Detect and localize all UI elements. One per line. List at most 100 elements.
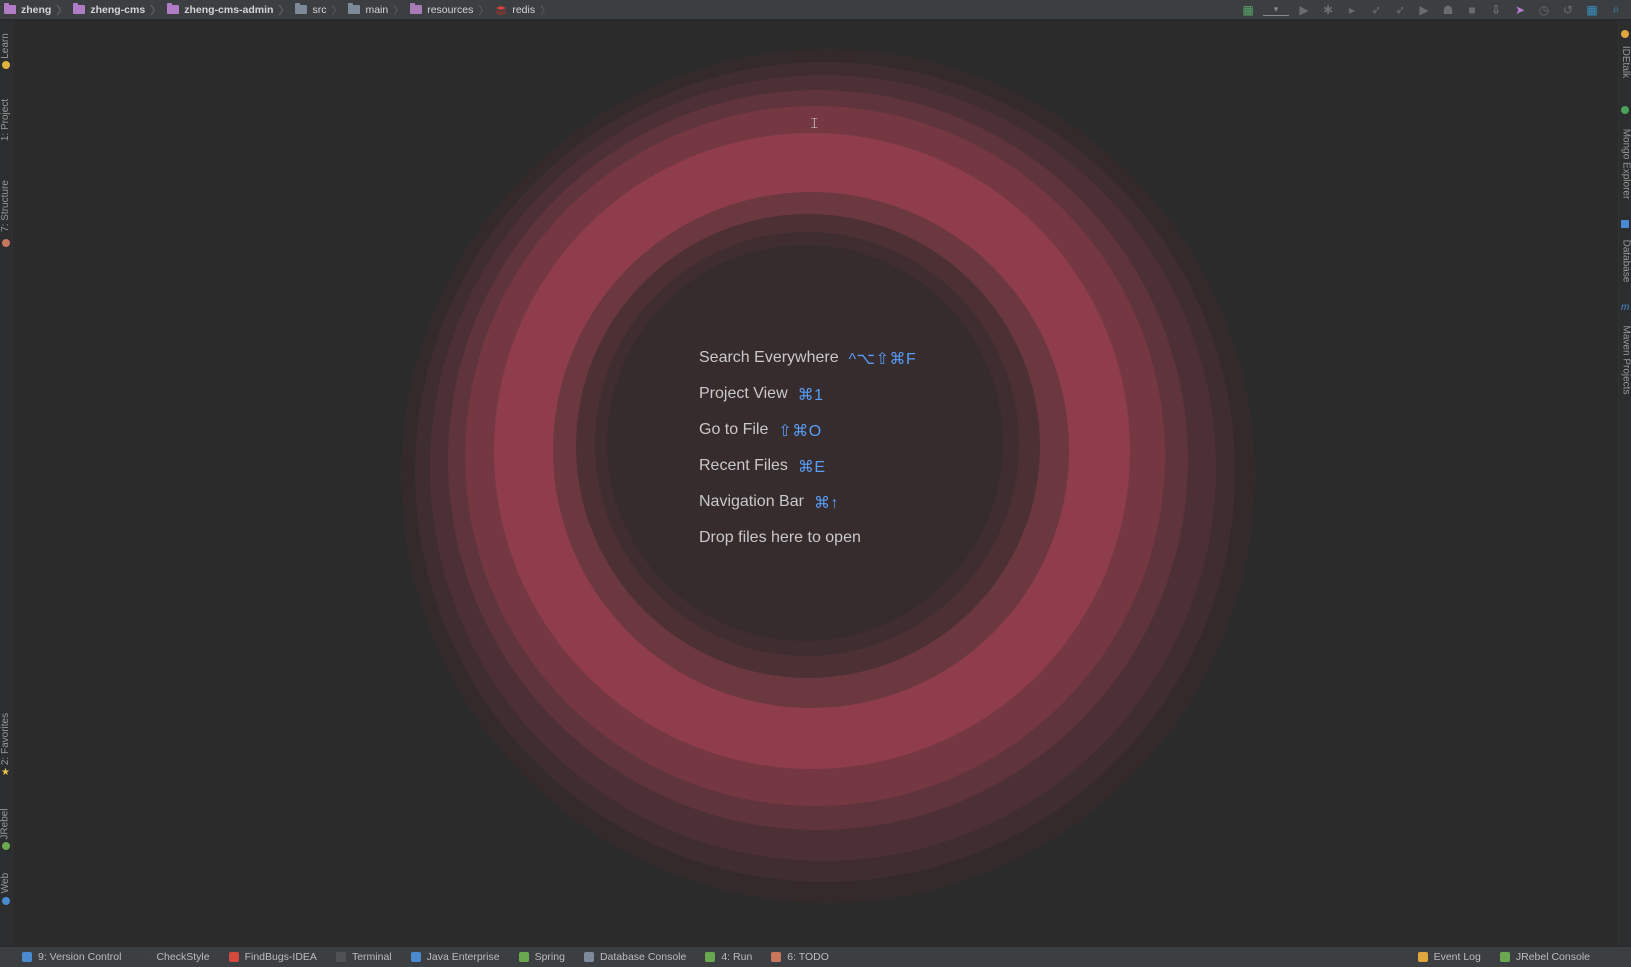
tool-tab-label: Java Enterprise (426, 951, 500, 963)
breadcrumb-item-redis[interactable]: redis 〉 (495, 0, 557, 19)
breadcrumb-separator-icon: 〉 (478, 4, 490, 17)
hint-row: Search Everywhere ^⌥⇧⌘F (699, 349, 916, 385)
build-icon[interactable]: ▦ (1239, 1, 1257, 19)
tool-tab-4-run[interactable]: 4: Run (705, 951, 752, 963)
stop-icon[interactable]: ■ (1463, 1, 1481, 19)
tool-tab-database-console[interactable]: Database Console (583, 951, 687, 963)
hint-shortcut: ^⌥⇧⌘F (848, 351, 917, 368)
tool-tab-label: Mongo Explorer (1620, 128, 1631, 200)
todo-icon (771, 952, 782, 962)
breadcrumb-item-main[interactable]: main 〉 (348, 0, 410, 19)
search-icon[interactable]: ⌕ (1607, 1, 1625, 19)
tool-tab-label: FindBugs-IDEA (244, 951, 317, 963)
tool-tab-6-todo[interactable]: 6: TODO (771, 951, 829, 963)
empty-editor-hints: Search Everywhere ^⌥⇧⌘F Project View ⌘1 Go t… (699, 349, 916, 565)
run-icon[interactable]: ▶ (1295, 1, 1313, 19)
tool-tab-label: Event Log (1433, 951, 1481, 963)
tool-tab-findbugs-idea[interactable]: FindBugs-IDEA (228, 951, 317, 963)
left-tool-strip: Learn 1: Project 7: Structure 2: Favorit… (0, 20, 13, 947)
revert-icon[interactable]: ↺ (1559, 1, 1577, 19)
tool-tab-mongo-explorer[interactable]: Mongo Explorer (1619, 116, 1631, 212)
project-structure-icon[interactable]: ▦ (1583, 1, 1601, 19)
tool-tab-terminal[interactable]: Terminal (335, 951, 392, 963)
run-config-dropdown[interactable]: ▾ (1263, 3, 1289, 16)
module-folder-icon (167, 3, 180, 14)
breadcrumb-label: main (365, 3, 389, 16)
debug-icon[interactable]: ✱ (1319, 1, 1337, 19)
folder-icon (295, 3, 308, 14)
hint-label: Project View (699, 385, 788, 402)
tool-tab-checkstyle[interactable]: CheckStyle (140, 951, 210, 963)
module-folder-icon (73, 3, 86, 14)
folder-icon (348, 3, 361, 14)
jrebel-debug-icon[interactable]: ➶ (1391, 1, 1409, 19)
breadcrumb-item-src[interactable]: src 〉 (295, 0, 348, 19)
star-icon: ★ (1, 767, 10, 778)
push-icon[interactable]: ➤ (1511, 1, 1529, 19)
jrebel-console-icon (1499, 952, 1510, 962)
jrebel-run-icon[interactable]: ➶ (1367, 1, 1385, 19)
breadcrumb-separator-icon: 〉 (331, 4, 343, 17)
database-console-icon (583, 952, 594, 962)
hint-shortcut: ⌘1 (797, 387, 824, 404)
hint-row: Project View ⌘1 (699, 385, 916, 421)
tool-tab-label: Database Console (599, 951, 687, 963)
tool-tab-label: 4: Run (721, 951, 753, 963)
tool-tab-favorites[interactable]: 2: Favorites (0, 703, 12, 775)
tool-tab-label: JRebel (0, 808, 12, 840)
tool-tab-jrebel-console[interactable]: JRebel Console (1499, 951, 1590, 963)
tool-tab-label: Terminal (351, 951, 392, 963)
navigation-bar: zheng 〉 zheng-cms 〉 zheng-cms-admin 〉 src 〉 main… (0, 0, 1631, 20)
breadcrumb-separator-icon: 〉 (393, 4, 405, 17)
hint-row: Recent Files ⌘E (699, 457, 916, 493)
run-icon (705, 952, 716, 962)
tool-tab-label: 2: Favorites (0, 712, 11, 766)
breadcrumb-item-resources[interactable]: resources 〉 (410, 0, 495, 19)
structure-icon (2, 239, 10, 247)
tool-tab-event-log[interactable]: Event Log (1417, 951, 1481, 963)
tool-tab-label: 6: TODO (787, 951, 829, 963)
tool-tab-web[interactable]: Web (0, 865, 12, 901)
attach-debugger-icon[interactable]: ☗ (1439, 1, 1457, 19)
breadcrumb-item-zheng-cms[interactable]: zheng-cms 〉 (73, 0, 167, 19)
update-project-icon[interactable]: ⇩ (1487, 1, 1505, 19)
tool-tab-project[interactable]: 1: Project (0, 88, 12, 152)
tool-tab-maven-projects[interactable]: Maven Projects (1619, 314, 1631, 406)
hint-label: Navigation Bar (699, 493, 804, 510)
tool-tab-label: 1: Project (0, 98, 11, 142)
tool-window-bar: 9: Version Control CheckStyle FindBugs-IDE… (0, 946, 1631, 967)
breadcrumb-separator-icon: 〉 (150, 4, 162, 17)
tool-tab-idetalk[interactable]: IDEtalk (1619, 36, 1631, 88)
hint-row: Drop files here to open (699, 529, 916, 565)
breadcrumb-item-zheng-cms-admin[interactable]: zheng-cms-admin 〉 (167, 0, 295, 19)
hint-label: Drop files here to open (699, 529, 861, 546)
profile-icon[interactable]: ▶ (1415, 1, 1433, 19)
breadcrumb-label: redis (512, 3, 536, 16)
tool-tab-database[interactable]: Database (1619, 230, 1631, 292)
breadcrumb-label: resources (427, 3, 474, 16)
right-tool-strip: IDEtalk Mongo Explorer Database m Maven … (1618, 20, 1631, 947)
tool-tab-java-enterprise[interactable]: Java Enterprise (410, 951, 500, 963)
tool-tab-structure[interactable]: 7: Structure (0, 170, 12, 242)
hint-row: Go to File ⇧⌘O (699, 421, 916, 457)
maven-icon: m (1621, 302, 1630, 313)
tool-tab-label: Spring (534, 951, 565, 963)
breadcrumb-separator-icon: 〉 (278, 4, 290, 17)
breadcrumb: zheng 〉 zheng-cms 〉 zheng-cms-admin 〉 src 〉 main… (0, 0, 557, 19)
tool-tab-label: Learn (0, 33, 12, 59)
event-log-icon (1417, 952, 1428, 962)
spring-icon (518, 952, 529, 962)
breadcrumb-separator-icon: 〉 (56, 4, 68, 17)
version-control-icon (22, 952, 32, 962)
breadcrumb-item-zheng[interactable]: zheng 〉 (4, 0, 73, 19)
breadcrumb-label: zheng (21, 3, 52, 16)
history-icon[interactable]: ◷ (1535, 1, 1553, 19)
coverage-icon[interactable]: ▸ (1343, 1, 1361, 19)
tool-tab-label: 7: Structure (0, 180, 12, 232)
tool-tab-9-version-control[interactable]: 9: Version Control (22, 951, 121, 963)
hint-shortcut: ⌘↑ (813, 495, 839, 512)
learn-icon (2, 61, 10, 69)
hint-shortcut: ⇧⌘O (778, 423, 822, 440)
breadcrumb-label: zheng-cms (90, 3, 146, 16)
tool-tab-spring[interactable]: Spring (518, 951, 565, 963)
